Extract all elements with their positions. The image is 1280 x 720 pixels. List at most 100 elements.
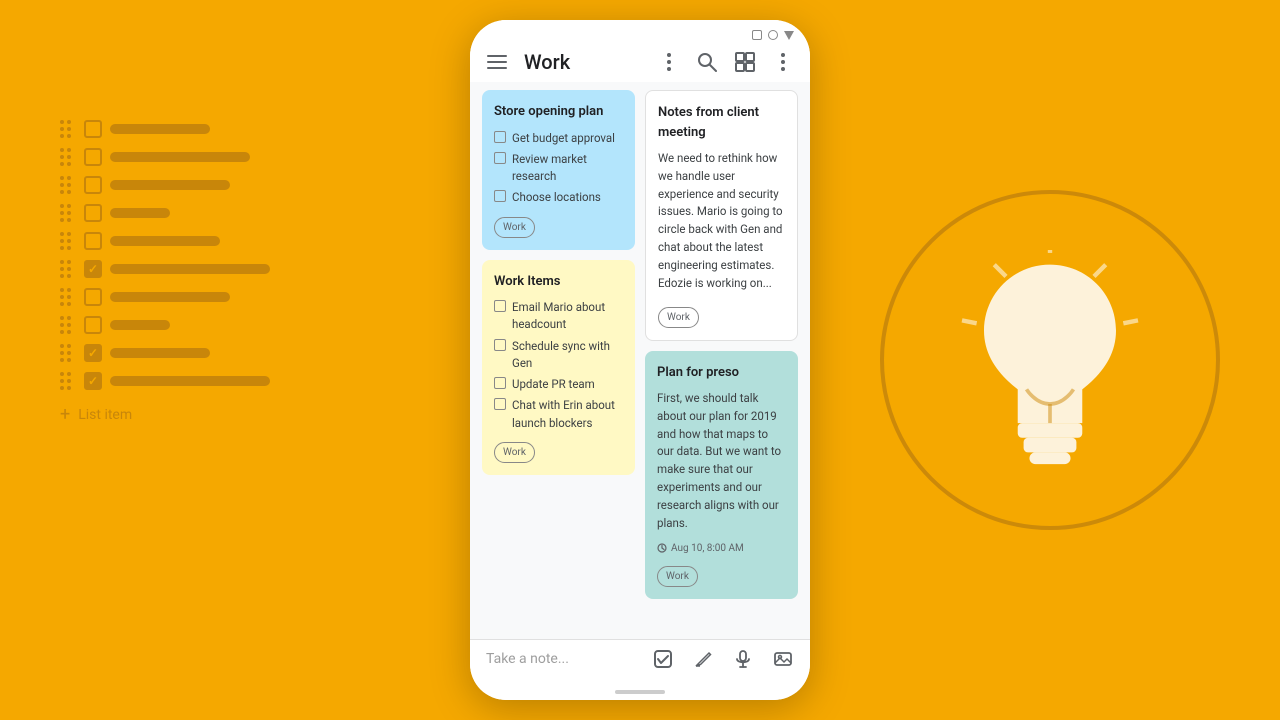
work-chip[interactable]: Work: [658, 307, 699, 328]
note-title: Plan for preso: [657, 363, 786, 383]
phone-status-bar: [470, 20, 810, 44]
drag-handle: [60, 232, 76, 250]
note-item: Choose locations: [494, 189, 623, 206]
layout-button[interactable]: [734, 51, 756, 73]
bar: [110, 124, 210, 134]
item-text: Schedule sync with Gen: [512, 338, 623, 373]
bar: [110, 152, 250, 162]
checkbox[interactable]: [84, 204, 102, 222]
list-row: [60, 288, 270, 306]
list-row: [60, 372, 270, 390]
draw-icon[interactable]: [692, 648, 714, 670]
checkbox-icon[interactable]: [652, 648, 674, 670]
checkbox[interactable]: [84, 232, 102, 250]
drag-handle: [60, 176, 76, 194]
list-row: [60, 176, 270, 194]
list-row: [60, 120, 270, 138]
item-checkbox[interactable]: [494, 398, 506, 410]
drag-handle: [60, 316, 76, 334]
bar: [110, 348, 210, 358]
more-vert-icon[interactable]: [658, 51, 680, 73]
image-icon[interactable]: [772, 648, 794, 670]
checkbox[interactable]: [84, 344, 102, 362]
list-row: [60, 260, 270, 278]
note-item: Get budget approval: [494, 130, 623, 147]
item-text: Chat with Erin about launch blockers: [512, 397, 623, 432]
notes-column-2: Notes from client meeting We need to ret…: [645, 90, 798, 631]
bar: [110, 376, 270, 386]
bar: [110, 320, 170, 330]
drag-handle: [60, 372, 76, 390]
phone: Work: [470, 20, 810, 700]
note-body: We need to rethink how we handle user ex…: [658, 150, 785, 293]
overflow-button[interactable]: [772, 51, 794, 73]
drag-handle: [60, 260, 76, 278]
search-button[interactable]: [696, 51, 718, 73]
note-store-opening[interactable]: Store opening plan Get budget approval R…: [482, 90, 635, 250]
item-checkbox[interactable]: [494, 190, 506, 202]
note-item: Chat with Erin about launch blockers: [494, 397, 623, 432]
page-title: Work: [524, 50, 570, 74]
toolbar-right: [658, 51, 794, 73]
note-title: Notes from client meeting: [658, 103, 785, 142]
list-row: [60, 148, 270, 166]
item-checkbox[interactable]: [494, 300, 506, 312]
checkbox[interactable]: [84, 288, 102, 306]
bar: [110, 236, 220, 246]
list-row: [60, 316, 270, 334]
phone-content: Store opening plan Get budget approval R…: [470, 82, 810, 639]
checkbox[interactable]: [84, 372, 102, 390]
note-title: Work Items: [494, 272, 623, 292]
phone-bottom-bar: Take a note...: [470, 639, 810, 682]
item-text: Review market research: [512, 151, 623, 186]
note-plan-preso[interactable]: Plan for preso First, we should talk abo…: [645, 351, 798, 599]
list-row: [60, 232, 270, 250]
wifi-icon: [768, 30, 778, 40]
note-item: Update PR team: [494, 376, 623, 393]
note-body: First, we should talk about our plan for…: [657, 390, 786, 533]
bar: [110, 180, 230, 190]
item-checkbox[interactable]: [494, 339, 506, 351]
drag-handle: [60, 288, 76, 306]
work-chip[interactable]: Work: [494, 442, 535, 463]
checkbox[interactable]: [84, 148, 102, 166]
item-text: Choose locations: [512, 189, 601, 206]
list-row: [60, 344, 270, 362]
bottom-icons: [652, 648, 794, 670]
checkbox[interactable]: [84, 260, 102, 278]
battery-icon: [784, 31, 794, 40]
note-item: Schedule sync with Gen: [494, 338, 623, 373]
item-checkbox[interactable]: [494, 377, 506, 389]
item-checkbox[interactable]: [494, 131, 506, 143]
item-text: Email Mario about headcount: [512, 299, 623, 334]
add-item-row[interactable]: + List item: [60, 404, 270, 425]
checkbox[interactable]: [84, 120, 102, 138]
note-work-items[interactable]: Work Items Email Mario about headcount S…: [482, 260, 635, 475]
list-row: [60, 204, 270, 222]
mic-icon[interactable]: [732, 648, 754, 670]
note-timestamp: Aug 10, 8:00 AM: [671, 541, 744, 556]
toolbar-left: Work: [486, 50, 570, 74]
note-time: Aug 10, 8:00 AM: [657, 541, 786, 556]
work-chip[interactable]: Work: [494, 217, 535, 238]
note-item: Email Mario about headcount: [494, 299, 623, 334]
take-note-row: Take a note...: [486, 648, 794, 670]
lightbulb-circle: [880, 190, 1220, 530]
menu-button[interactable]: [486, 51, 508, 73]
note-client-meeting[interactable]: Notes from client meeting We need to ret…: [645, 90, 798, 341]
work-chip[interactable]: Work: [657, 566, 698, 587]
home-bar-indicator: [615, 690, 665, 694]
drag-handle: [60, 120, 76, 138]
item-text: Get budget approval: [512, 130, 615, 147]
lightbulb-icon: [960, 250, 1140, 470]
checkbox[interactable]: [84, 176, 102, 194]
bar: [110, 292, 230, 302]
item-checkbox[interactable]: [494, 152, 506, 164]
drag-handle: [60, 204, 76, 222]
drag-handle: [60, 344, 76, 362]
checkbox[interactable]: [84, 316, 102, 334]
note-item: Review market research: [494, 151, 623, 186]
add-item-label: List item: [78, 407, 132, 423]
item-text: Update PR team: [512, 376, 595, 393]
take-note-placeholder[interactable]: Take a note...: [486, 651, 569, 667]
